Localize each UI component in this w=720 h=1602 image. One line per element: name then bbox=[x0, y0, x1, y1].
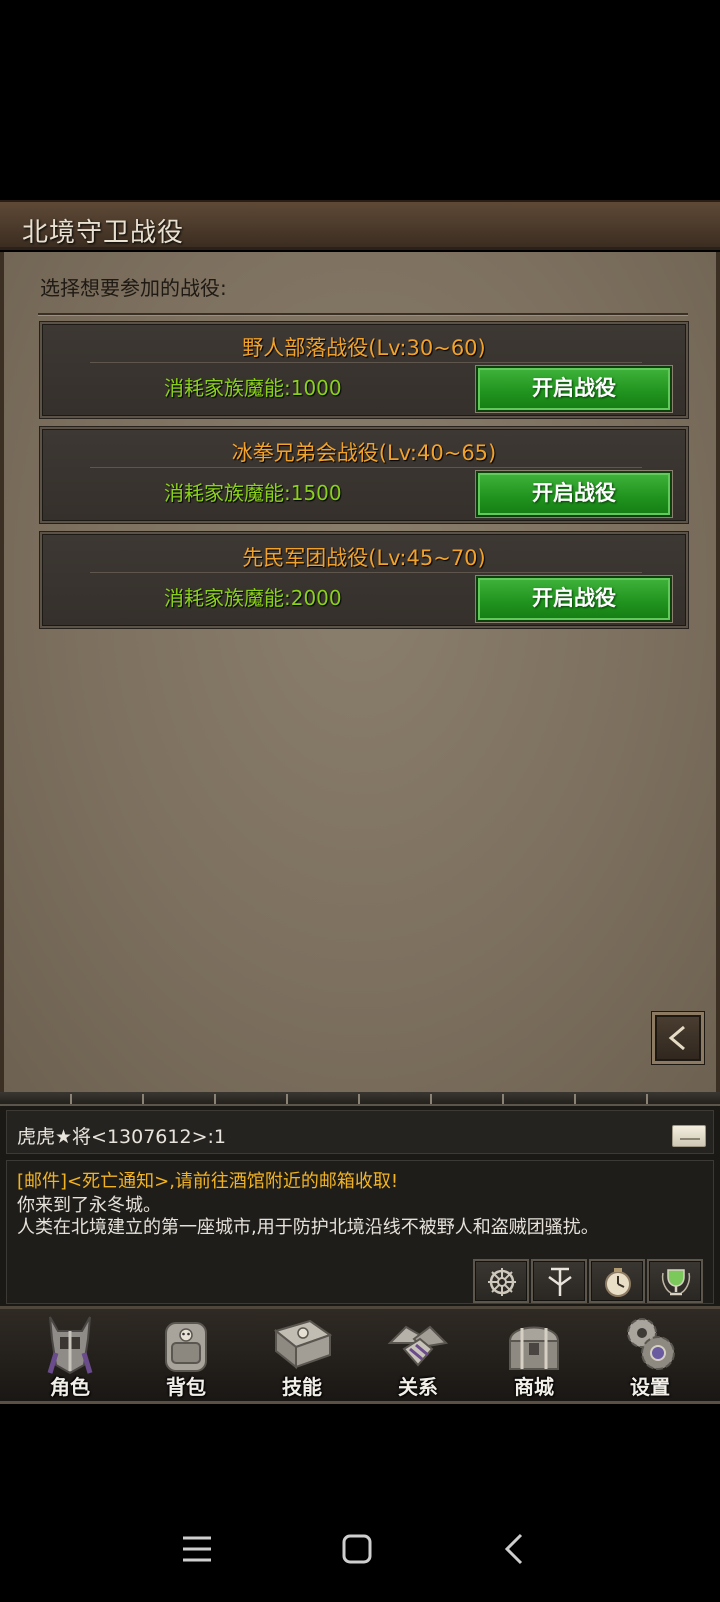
campaign-cost: 消耗家族魔能:1000 bbox=[164, 376, 342, 400]
start-campaign-button[interactable]: 开启战役 bbox=[476, 576, 672, 622]
treasure-chest-icon bbox=[508, 1326, 560, 1370]
campaign-panel: 选择想要参加的战役: 野人部落战役(Lv:30~60) 消耗家族魔能:1000 … bbox=[0, 252, 720, 1092]
nav-settings[interactable]: 设置 bbox=[592, 1309, 708, 1401]
nav-label: 背包 bbox=[166, 1375, 206, 1399]
gears-icon bbox=[627, 1318, 675, 1370]
gear-wheel-button[interactable] bbox=[473, 1259, 529, 1303]
chat-area: 虎虎★将<1307612>:1 [邮件]<死亡通知>,请前往酒馆附近的邮箱收取!… bbox=[0, 1106, 720, 1306]
clock-button[interactable] bbox=[589, 1259, 645, 1303]
home-icon[interactable] bbox=[340, 1532, 374, 1566]
chat-message: 你来到了永冬城。 bbox=[17, 1195, 161, 1216]
title-bar: 北境守卫战役 bbox=[0, 200, 720, 250]
campaign-name: 冰拳兄弟会战役(Lv:40~65) bbox=[231, 441, 497, 465]
trophy-button[interactable] bbox=[647, 1259, 703, 1303]
trophy-icon bbox=[661, 1269, 691, 1296]
divider bbox=[90, 467, 642, 468]
start-campaign-button[interactable]: 开启战役 bbox=[476, 366, 672, 412]
back-arrow-icon[interactable] bbox=[502, 1532, 526, 1566]
nav-label: 设置 bbox=[630, 1375, 670, 1399]
chat-log[interactable]: [邮件]<死亡通知>,请前往酒馆附近的邮箱收取! 你来到了永冬城。 人类在北境建… bbox=[6, 1160, 714, 1304]
campaign-card-icefist: 冰拳兄弟会战役(Lv:40~65) 消耗家族魔能:1500 开启战役 bbox=[40, 427, 688, 523]
chat-divider-ruler bbox=[0, 1092, 720, 1106]
campaign-name: 先民军团战役(Lv:45~70) bbox=[242, 546, 486, 570]
window-title: 北境守卫战役 bbox=[22, 218, 185, 248]
start-campaign-button[interactable]: 开启战役 bbox=[476, 471, 672, 517]
chat-latest-line: 虎虎★将<1307612>:1 bbox=[17, 1126, 226, 1148]
campaign-name: 野人部落战役(Lv:30~60) bbox=[242, 336, 486, 360]
skill-book-icon bbox=[273, 1319, 333, 1370]
nav-relations[interactable]: 关系 bbox=[360, 1309, 476, 1401]
backpack-icon bbox=[165, 1322, 207, 1372]
nav-label: 角色 bbox=[50, 1375, 90, 1399]
game-screen: 北境守卫战役 选择想要参加的战役: 野人部落战役(Lv:30~60) 消耗家族魔… bbox=[0, 200, 720, 1404]
rune-icon bbox=[548, 1267, 572, 1296]
keyboard-icon[interactable] bbox=[672, 1125, 706, 1147]
campaign-cost: 消耗家族魔能:2000 bbox=[164, 586, 342, 610]
handshake-icon bbox=[387, 1325, 449, 1367]
prompt-text: 选择想要参加的战役: bbox=[40, 276, 227, 300]
campaign-card-wildling: 野人部落战役(Lv:30~60) 消耗家族魔能:1000 开启战役 bbox=[40, 322, 688, 418]
back-button[interactable] bbox=[652, 1012, 704, 1064]
divider bbox=[38, 313, 688, 316]
menu-icon[interactable] bbox=[180, 1534, 214, 1564]
nav-label: 技能 bbox=[282, 1375, 322, 1399]
chat-input[interactable]: 虎虎★将<1307612>:1 bbox=[6, 1110, 714, 1154]
campaign-cost: 消耗家族魔能:1500 bbox=[164, 481, 342, 505]
helmet-icon bbox=[47, 1316, 93, 1375]
divider bbox=[90, 572, 642, 573]
nav-shop[interactable]: 商城 bbox=[476, 1309, 592, 1401]
nav-label: 关系 bbox=[398, 1375, 438, 1399]
nav-backpack[interactable]: 背包 bbox=[128, 1309, 244, 1401]
campaign-card-first-men: 先民军团战役(Lv:45~70) 消耗家族魔能:2000 开启战役 bbox=[40, 532, 688, 628]
chat-message: 人类在北境建立的第一座城市,用于防护北境沿线不被野人和盗贼团骚扰。 bbox=[17, 1217, 599, 1238]
nav-character[interactable]: 角色 bbox=[12, 1309, 128, 1401]
rune-button[interactable] bbox=[531, 1259, 587, 1303]
gear-wheel-icon bbox=[488, 1268, 516, 1296]
chevron-left-icon bbox=[668, 1025, 685, 1051]
clock-icon bbox=[605, 1268, 631, 1297]
divider bbox=[90, 362, 642, 363]
mail-notice[interactable]: [邮件]<死亡通知>,请前往酒馆附近的邮箱收取! bbox=[17, 1167, 398, 1193]
nav-label: 商城 bbox=[514, 1375, 554, 1399]
system-navigation-bar bbox=[0, 1500, 720, 1602]
bottom-nav: 角色 背包 技能 关系 商城 设置 bbox=[0, 1306, 720, 1404]
nav-skills[interactable]: 技能 bbox=[244, 1309, 360, 1401]
